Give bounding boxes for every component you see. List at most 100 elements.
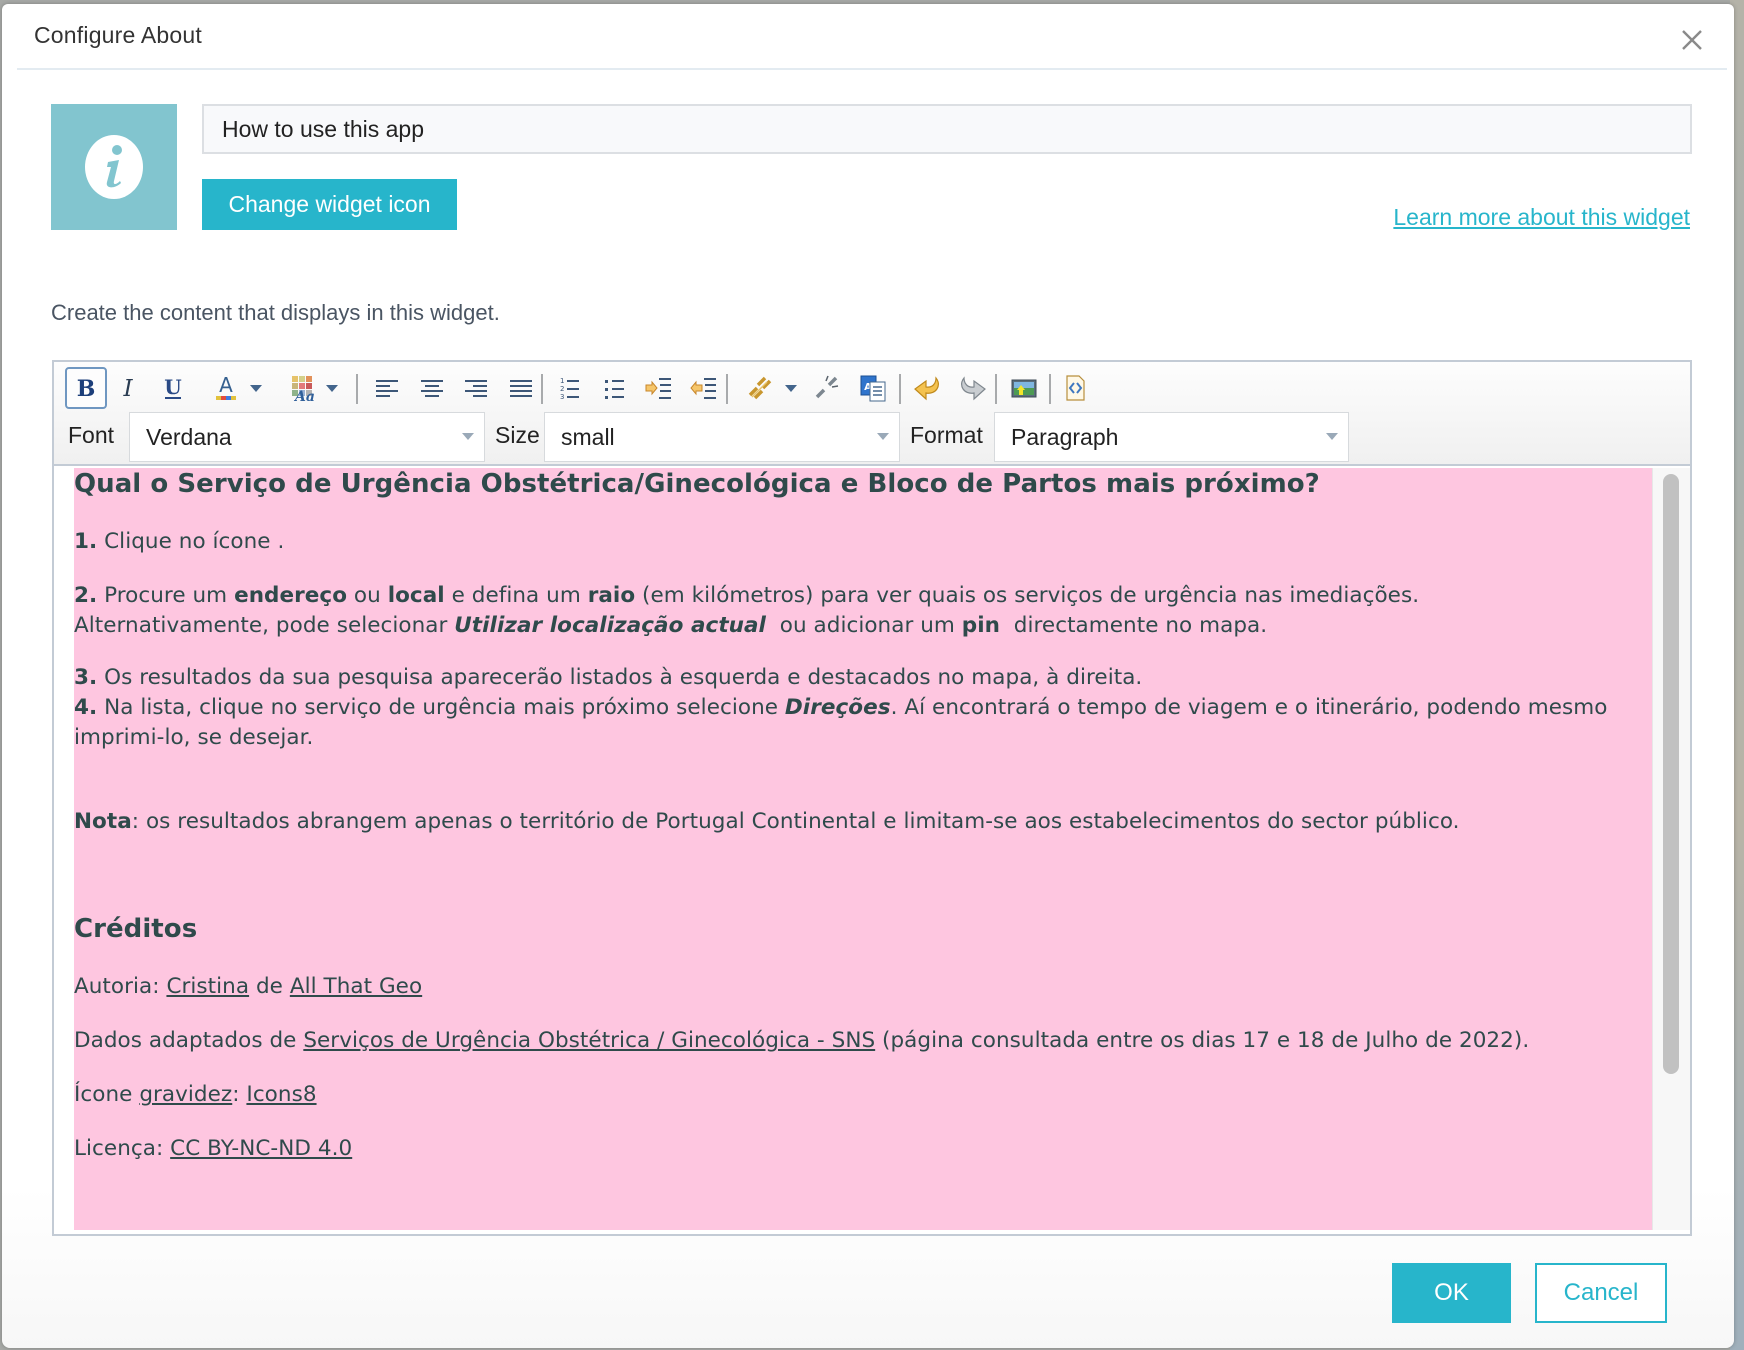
editor-content-area[interactable]: Qual o Serviço de Urgência Obstétrica/Gi… bbox=[74, 468, 1652, 1230]
undo-button[interactable] bbox=[906, 367, 948, 409]
font-label: Font bbox=[68, 422, 115, 448]
step-text: Os resultados da sua pesquisa aparecerão… bbox=[97, 665, 1143, 690]
underline-button[interactable]: U bbox=[152, 367, 194, 409]
chevron-down-icon bbox=[1326, 433, 1338, 440]
close-icon bbox=[1682, 30, 1702, 50]
chevron-down-icon bbox=[877, 433, 889, 440]
ordered-list-button[interactable]: 123 bbox=[549, 367, 591, 409]
bold-text: local bbox=[387, 583, 445, 608]
svg-text:Aa: Aa bbox=[293, 389, 315, 403]
font-color-dropdown[interactable] bbox=[246, 367, 266, 409]
icons8-link[interactable]: Icons8 bbox=[246, 1082, 316, 1107]
align-justify-button[interactable] bbox=[500, 367, 542, 409]
size-label: Size bbox=[495, 422, 540, 448]
widget-title-input[interactable] bbox=[202, 104, 1692, 154]
credit-text: : bbox=[232, 1082, 247, 1107]
credit-icon: Ícone gravidez: Icons8 bbox=[74, 1082, 317, 1107]
svg-text:U: U bbox=[164, 375, 181, 399]
image-icon bbox=[1011, 379, 1037, 398]
credit-authorship: Autoria: Cristina de All That Geo bbox=[74, 974, 422, 999]
font-select[interactable]: Verdana bbox=[129, 412, 485, 462]
outdent-button[interactable] bbox=[682, 367, 724, 409]
scrollbar-thumb[interactable] bbox=[1663, 474, 1679, 1074]
svg-text:1: 1 bbox=[560, 377, 564, 385]
unordered-list-button[interactable] bbox=[594, 367, 636, 409]
svg-text:A: A bbox=[219, 373, 233, 397]
font-color-icon: A bbox=[216, 373, 236, 400]
credit-text: de bbox=[249, 974, 290, 999]
configure-about-dialog: Configure About Change widget icon Learn… bbox=[2, 4, 1734, 1348]
note: Nota: os resultados abrangem apenas o te… bbox=[74, 809, 1460, 834]
license-link[interactable]: CC BY-NC-ND 4.0 bbox=[170, 1136, 352, 1161]
unordered-list-icon bbox=[605, 380, 624, 399]
learn-more-link[interactable]: Learn more about this widget bbox=[1393, 204, 1690, 231]
close-button[interactable] bbox=[1674, 22, 1710, 58]
svg-text:I: I bbox=[122, 376, 133, 402]
step-text: Procure um bbox=[97, 583, 235, 608]
widget-icon-preview bbox=[51, 104, 177, 230]
highlight-color-dropdown[interactable] bbox=[322, 367, 342, 409]
size-select[interactable]: small bbox=[544, 412, 900, 462]
italic-button[interactable]: I bbox=[107, 367, 149, 409]
format-select[interactable]: Paragraph bbox=[994, 412, 1349, 462]
icon-link[interactable]: gravidez bbox=[139, 1082, 232, 1107]
unlink-button[interactable] bbox=[806, 367, 848, 409]
align-center-button[interactable] bbox=[411, 367, 453, 409]
indent-button[interactable] bbox=[637, 367, 679, 409]
credits-heading: Créditos bbox=[74, 914, 198, 944]
step-text: ou bbox=[347, 583, 388, 608]
step-text: . Aí encontrará o tempo de viagem e o it… bbox=[890, 695, 1608, 720]
editor-scrollbar[interactable] bbox=[1652, 468, 1690, 1230]
align-right-icon bbox=[465, 380, 487, 397]
format-label: Format bbox=[910, 422, 983, 448]
highlight-color-button[interactable]: Aa bbox=[282, 367, 324, 409]
insert-image-button[interactable] bbox=[1003, 367, 1045, 409]
bold-text: pin bbox=[961, 613, 1001, 638]
note-label: Nota bbox=[74, 809, 132, 834]
cancel-button[interactable]: Cancel bbox=[1535, 1263, 1667, 1323]
paste-word-button[interactable]: A bbox=[852, 367, 894, 409]
credit-label: Licença: bbox=[74, 1136, 171, 1161]
toolbar-separator bbox=[1049, 374, 1051, 404]
credit-text: (página consultada entre os dias 17 e 18… bbox=[875, 1028, 1530, 1053]
step-text: ou adicionar um bbox=[765, 613, 962, 638]
step-3: 3. Os resultados da sua pesquisa aparece… bbox=[74, 665, 1142, 690]
credit-license: Licença: CC BY-NC-ND 4.0 bbox=[74, 1136, 352, 1161]
source-icon bbox=[1066, 375, 1085, 401]
align-right-button[interactable] bbox=[455, 367, 497, 409]
credit-label: Autoria: bbox=[74, 974, 167, 999]
content-heading: Qual o Serviço de Urgência Obstétrica/Gi… bbox=[74, 469, 1320, 499]
bold-text: endereço bbox=[234, 583, 348, 608]
bold-italic-text: Direções bbox=[784, 695, 891, 720]
size-select-value: small bbox=[561, 423, 615, 450]
link-dropdown[interactable] bbox=[781, 367, 801, 409]
format-select-value: Paragraph bbox=[1011, 423, 1119, 450]
bold-italic-text: Utilizar localização actual bbox=[454, 613, 766, 638]
dialog-title: Configure About bbox=[34, 22, 202, 48]
step-text: Na lista, clique no serviço de urgência … bbox=[97, 695, 785, 720]
redo-button[interactable] bbox=[952, 367, 994, 409]
font-color-button[interactable]: A bbox=[205, 367, 247, 409]
data-source-link[interactable]: Serviços de Urgência Obstétrica / Gineco… bbox=[303, 1028, 875, 1053]
view-source-button[interactable] bbox=[1054, 367, 1096, 409]
align-left-button[interactable] bbox=[366, 367, 408, 409]
bold-button[interactable]: B bbox=[65, 367, 107, 409]
font-select-value: Verdana bbox=[146, 423, 232, 450]
step-1: 1. Clique no ícone . bbox=[74, 529, 284, 554]
organization-link[interactable]: All That Geo bbox=[290, 974, 422, 999]
change-widget-icon-button[interactable]: Change widget icon bbox=[202, 179, 457, 230]
author-link[interactable]: Cristina bbox=[166, 974, 249, 999]
ok-button[interactable]: OK bbox=[1392, 1263, 1511, 1323]
note-text: : os resultados abrangem apenas o territ… bbox=[131, 809, 1460, 834]
align-center-icon bbox=[421, 380, 443, 397]
toolbar-separator bbox=[356, 374, 358, 404]
link-button[interactable] bbox=[739, 367, 781, 409]
svg-text:B: B bbox=[77, 376, 96, 402]
info-icon bbox=[85, 135, 143, 199]
align-justify-icon bbox=[510, 380, 532, 397]
step-4-line-2: imprimi-lo, se desejar. bbox=[74, 725, 314, 750]
step-number: 3. bbox=[74, 665, 98, 690]
outdent-icon bbox=[690, 378, 716, 399]
header-divider bbox=[17, 68, 1727, 70]
ordered-list-icon: 123 bbox=[560, 377, 579, 401]
